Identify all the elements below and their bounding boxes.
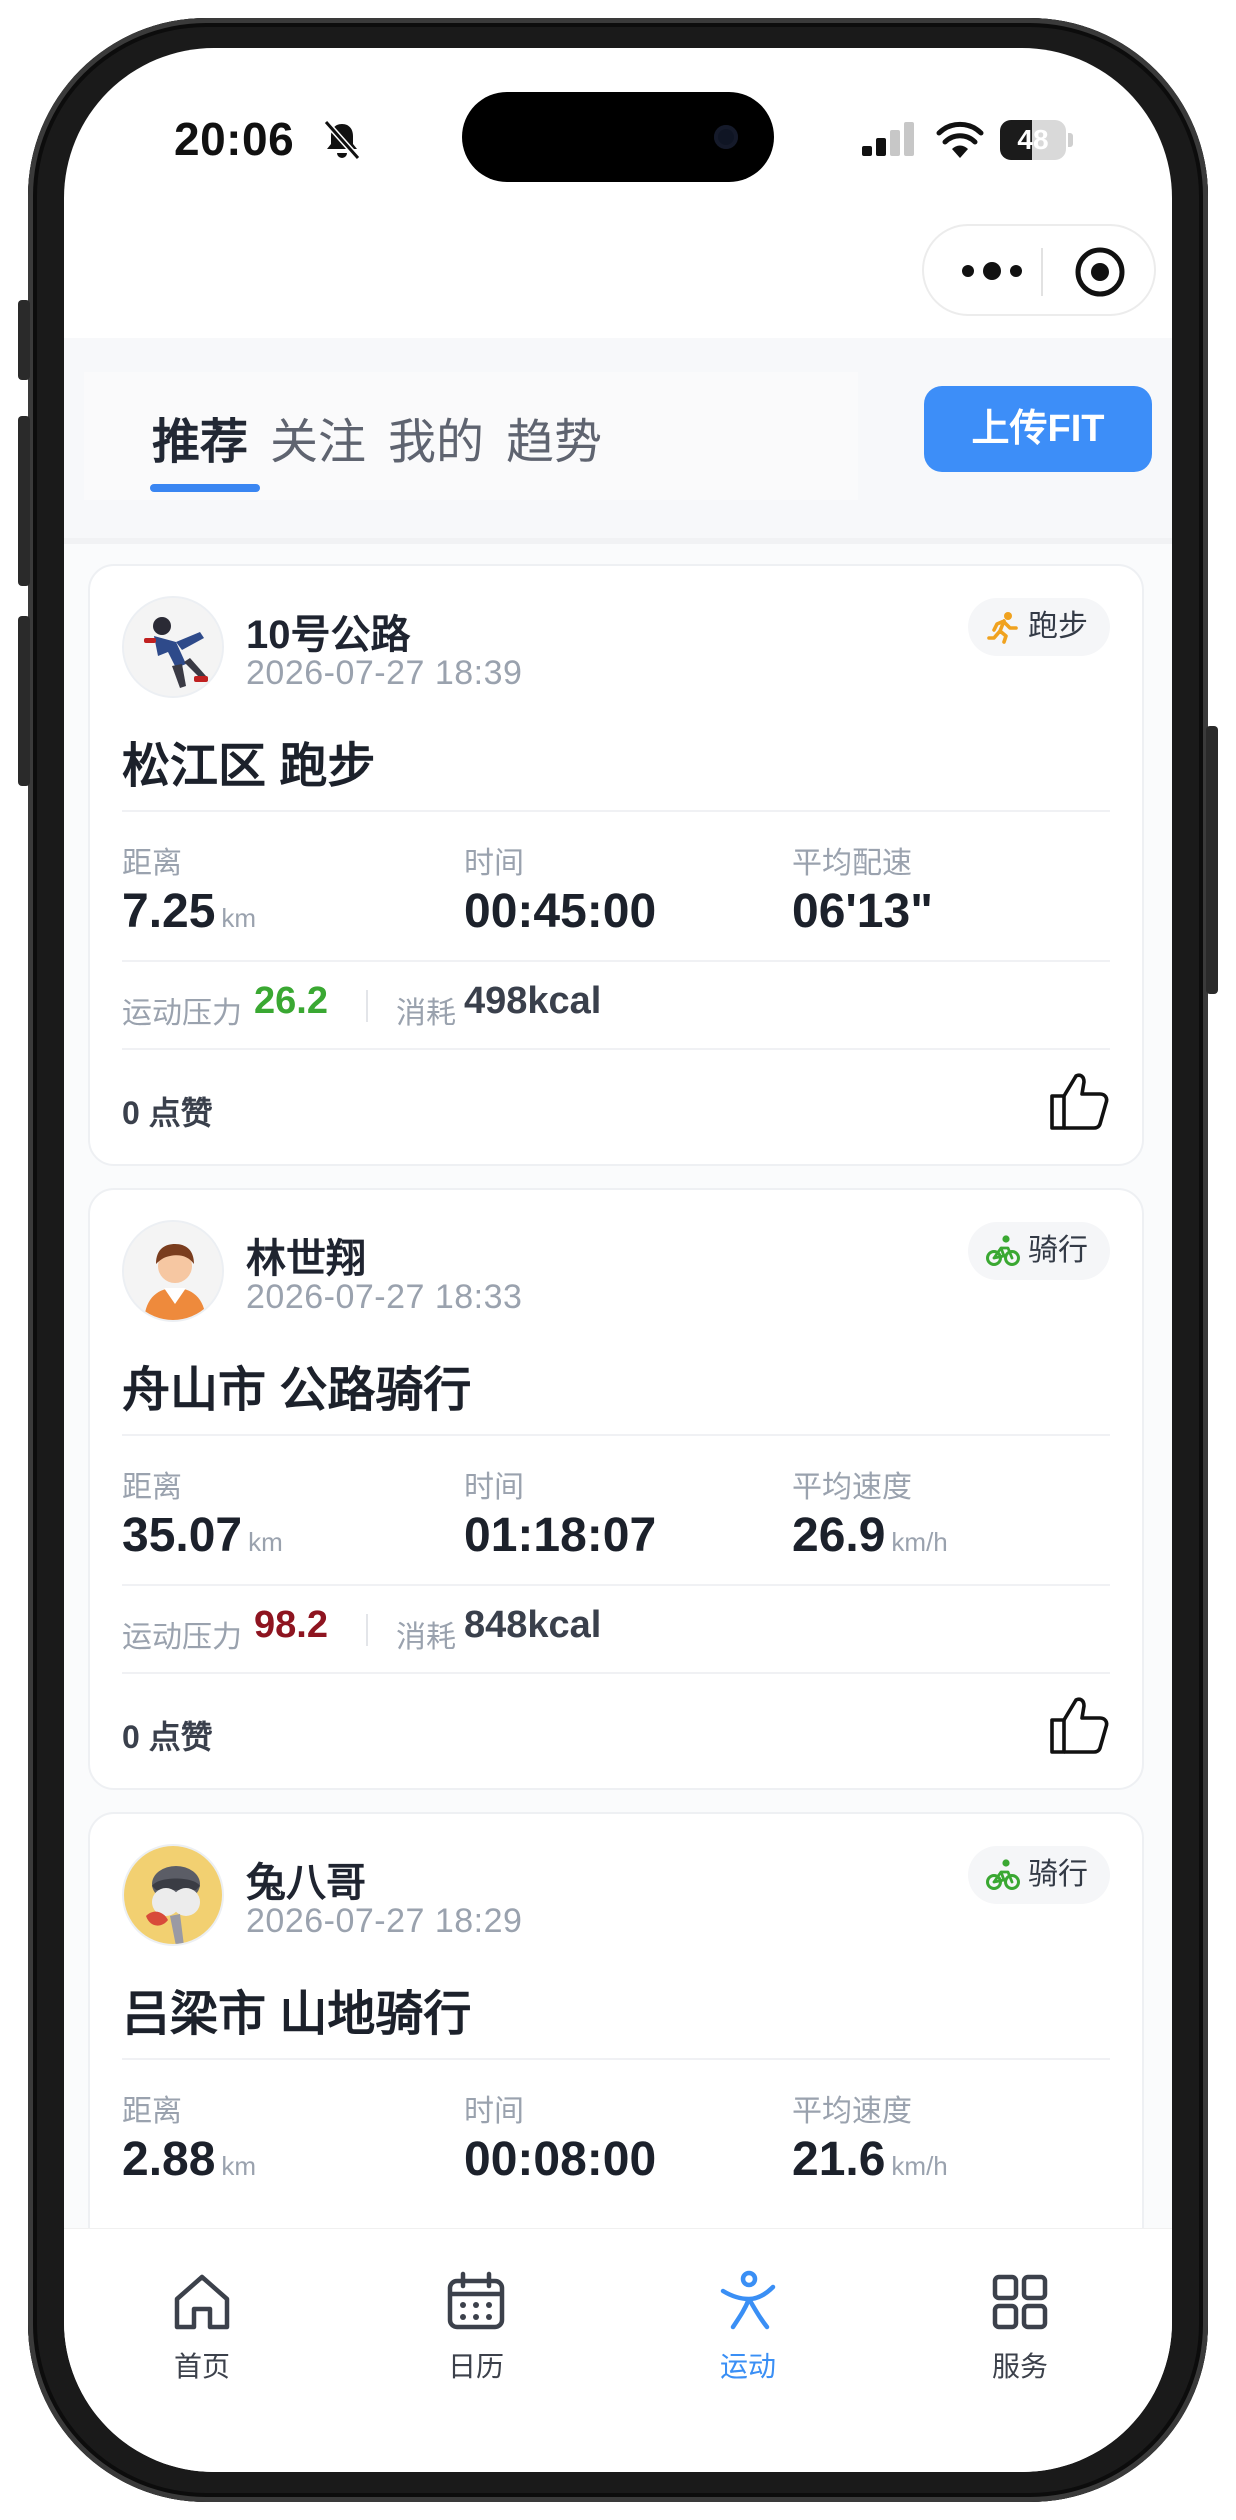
stress-value: 98.2: [254, 1604, 328, 1646]
time-label: 时间: [464, 847, 524, 880]
divider: [122, 2058, 1110, 2060]
activity-title[interactable]: 松江区 跑步: [122, 726, 375, 796]
screen: 20:06 48 推荐 关注 我的 趋势 上传FIT 10号公路 2026-07…: [64, 48, 1172, 2472]
distance-value: 7.25 km: [122, 885, 257, 938]
calorie-label: 消耗: [396, 1621, 456, 1654]
time-value: 01:18:07: [464, 1509, 657, 1562]
mini-program-capsule: [922, 224, 1156, 316]
home-icon: [174, 2274, 230, 2330]
distance-label: 距离: [122, 1471, 182, 1504]
like-count: 0 点赞: [122, 1095, 213, 1131]
stress-label: 运动压力: [122, 1621, 242, 1654]
activity-card[interactable]: 10号公路 2026-07-27 18:39 跑步 松江区 跑步 距离 7.25…: [88, 564, 1144, 1166]
running-icon: [987, 612, 1018, 644]
avatar[interactable]: [122, 1220, 224, 1322]
tab-recommend[interactable]: 推荐: [152, 402, 248, 472]
nav-services[interactable]: 服务: [940, 2269, 1100, 2385]
time-value: 00:45:00: [464, 885, 657, 938]
nav-home[interactable]: 首页: [122, 2269, 282, 2385]
distance-label: 距离: [122, 2095, 182, 2128]
sport-badge-label: 骑行: [1028, 1858, 1088, 1891]
dynamic-island: [462, 92, 774, 182]
divider: [122, 1672, 1110, 1674]
calendar-icon: [447, 2271, 505, 2330]
sport-icon: [720, 2270, 776, 2330]
calorie-label: 消耗: [396, 997, 456, 1030]
cycling-icon: [986, 1235, 1020, 1266]
stress-label: 运动压力: [122, 997, 242, 1030]
cellular-signal-icon: [862, 122, 914, 156]
calorie-value: 848kcal: [464, 1604, 602, 1646]
speed-label: 平均速度: [792, 1471, 912, 1504]
more-icon[interactable]: [954, 248, 1030, 294]
speed-value: 21.6 km/h: [792, 2133, 948, 2186]
calorie-value: 498kcal: [464, 980, 602, 1022]
post-datetime: 2026-07-27 18:33: [246, 1278, 523, 1316]
battery-level: 48: [1017, 124, 1049, 155]
stress-value: 26.2: [254, 980, 328, 1022]
user-name[interactable]: 兔八哥: [246, 1850, 366, 1908]
distance-value: 35.07 km: [122, 1509, 283, 1562]
bottom-nav: 首页 日历 运动 服务: [64, 2228, 1172, 2472]
nav-sport-label: 运动: [719, 2351, 776, 2382]
time-label: 时间: [464, 2095, 524, 2128]
action-button: [18, 300, 30, 380]
distance-label: 距离: [122, 847, 182, 880]
avatar[interactable]: [122, 1844, 224, 1946]
nav-calendar[interactable]: 日历: [396, 2269, 556, 2385]
divider: [122, 1434, 1110, 1436]
activity-card[interactable]: 林世翔 2026-07-27 18:33 骑行 舟山市 公路骑行 距离 35.0…: [88, 1188, 1144, 1790]
cycling-icon: [986, 1859, 1020, 1890]
distance-value: 2.88 km: [122, 2133, 257, 2186]
metric-separator: [366, 990, 368, 1022]
sport-badge: 骑行: [968, 1846, 1110, 1904]
status-time: 20:06: [174, 113, 295, 165]
like-count: 0 点赞: [122, 1719, 213, 1755]
nav-calendar-label: 日历: [447, 2351, 504, 2382]
divider: [122, 1584, 1110, 1586]
nav-services-label: 服务: [991, 2351, 1048, 2382]
grid-icon: [992, 2274, 1048, 2330]
close-miniprogram-icon[interactable]: [1072, 244, 1128, 300]
user-name[interactable]: 10号公路: [246, 602, 411, 660]
activity-feed[interactable]: 10号公路 2026-07-27 18:39 跑步 松江区 跑步 距离 7.25…: [64, 538, 1172, 2228]
thumbs-up-icon[interactable]: [1048, 1070, 1110, 1132]
activity-title[interactable]: 吕梁市 山地骑行: [122, 1974, 471, 2044]
speed-label: 平均速度: [792, 2095, 912, 2128]
wifi-icon: [936, 121, 984, 158]
user-name[interactable]: 林世翔: [246, 1226, 366, 1284]
thumbs-up-icon[interactable]: [1048, 1694, 1110, 1756]
activity-title[interactable]: 舟山市 公路骑行: [122, 1350, 471, 1420]
nav-sport[interactable]: 运动: [668, 2269, 828, 2385]
battery-indicator: 48: [1000, 120, 1074, 160]
nav-home-label: 首页: [173, 2351, 230, 2382]
sport-badge: 跑步: [968, 598, 1110, 656]
divider: [122, 960, 1110, 962]
tab-following[interactable]: 关注: [270, 402, 366, 472]
sport-badge-label: 骑行: [1028, 1234, 1088, 1267]
volume-down-button: [18, 616, 30, 786]
tab-mine[interactable]: 我的: [388, 402, 484, 472]
tab-trends[interactable]: 趋势: [506, 402, 602, 472]
power-button: [1206, 726, 1218, 994]
time-value: 00:08:00: [464, 2133, 657, 2186]
upload-fit-button[interactable]: 上传FIT: [924, 386, 1152, 472]
divider: [122, 1048, 1110, 1050]
avatar[interactable]: [122, 596, 224, 698]
time-label: 时间: [464, 1471, 524, 1504]
speed-value: 26.9 km/h: [792, 1509, 948, 1562]
bell-muted-icon: [323, 120, 361, 160]
pace-label: 平均配速: [792, 847, 912, 880]
pace-value: 06'13": [792, 885, 933, 938]
sport-badge-label: 跑步: [1028, 610, 1088, 643]
active-tab-indicator: [150, 484, 260, 492]
volume-up-button: [18, 416, 30, 586]
metric-separator: [366, 1614, 368, 1646]
sport-badge: 骑行: [968, 1222, 1110, 1280]
post-datetime: 2026-07-27 18:29: [246, 1902, 523, 1940]
post-datetime: 2026-07-27 18:39: [246, 654, 523, 692]
activity-card[interactable]: 兔八哥 2026-07-27 18:29 骑行 吕梁市 山地骑行 距离 2.88…: [88, 1812, 1144, 2228]
divider: [122, 810, 1110, 812]
